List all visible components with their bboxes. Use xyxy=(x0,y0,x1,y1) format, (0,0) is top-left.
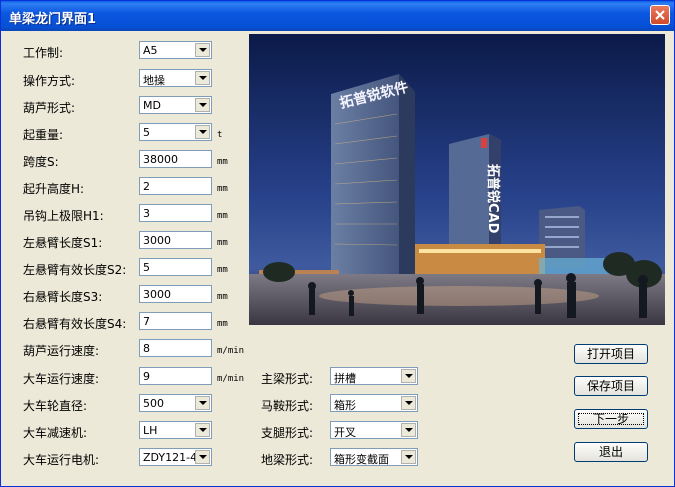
chevron-down-icon[interactable] xyxy=(195,125,210,139)
building-photo: 拓普锐软件 拓普锐CAD xyxy=(249,34,665,325)
dropdown-value: ZDY121-4 xyxy=(143,451,198,464)
input-value: 2 xyxy=(143,180,150,193)
chevron-down-icon[interactable] xyxy=(401,396,416,410)
chevron-down-icon[interactable] xyxy=(195,450,210,464)
structure-label: 支腿形式: xyxy=(261,426,314,440)
param-input[interactable]: 9 xyxy=(139,367,212,385)
structure-dropdown[interactable]: 箱形 xyxy=(330,394,418,412)
param-dropdown[interactable]: A5 xyxy=(139,41,212,59)
param-input[interactable]: 8 xyxy=(139,339,212,357)
input-value: 7 xyxy=(143,315,150,328)
dropdown-value: 5 xyxy=(143,126,150,139)
unit-label: mm xyxy=(217,265,228,275)
input-value: 8 xyxy=(143,342,150,355)
save-project-button[interactable]: 保存项目 xyxy=(574,376,648,396)
param-input[interactable]: 38000 xyxy=(139,150,212,168)
input-value: 3000 xyxy=(143,234,171,247)
param-label: 左悬臂长度S1: xyxy=(23,236,103,250)
dropdown-value: 地操 xyxy=(143,74,165,87)
param-label: 大车减速机: xyxy=(23,426,88,440)
param-input[interactable]: 3000 xyxy=(139,285,212,303)
input-value: 38000 xyxy=(143,153,178,166)
chevron-down-icon[interactable] xyxy=(195,396,210,410)
exit-button[interactable]: 退出 xyxy=(574,442,648,462)
dropdown-value: A5 xyxy=(143,44,158,57)
param-label: 葫芦运行速度: xyxy=(23,344,100,358)
input-value: 9 xyxy=(143,370,150,383)
param-label: 右悬臂有效长度S4: xyxy=(23,317,127,331)
param-label: 大车运行速度: xyxy=(23,372,100,386)
param-label: 大车运行电机: xyxy=(23,453,100,467)
structure-label: 地梁形式: xyxy=(261,453,314,467)
dropdown-value: 箱形变截面 xyxy=(334,453,389,466)
chevron-down-icon[interactable] xyxy=(195,423,210,437)
structure-label: 主梁形式: xyxy=(261,372,314,386)
chevron-down-icon[interactable] xyxy=(195,98,210,112)
param-label: 吊钩上极限H1: xyxy=(23,209,104,223)
close-button[interactable] xyxy=(650,5,670,25)
dropdown-value: 开叉 xyxy=(334,426,356,439)
dropdown-value: 拼槽 xyxy=(334,372,356,385)
dropdown-value: 500 xyxy=(143,397,164,410)
param-label: 大车轮直径: xyxy=(23,399,88,413)
chevron-down-icon[interactable] xyxy=(401,369,416,383)
chevron-down-icon[interactable] xyxy=(195,71,210,85)
input-value: 3000 xyxy=(143,288,171,301)
param-dropdown[interactable]: 地操 xyxy=(139,69,212,87)
dropdown-value: MD xyxy=(143,99,161,112)
param-label: 左悬臂有效长度S2: xyxy=(23,263,127,277)
structure-dropdown[interactable]: 拼槽 xyxy=(330,367,418,385)
chevron-down-icon[interactable] xyxy=(401,450,416,464)
input-value: 3 xyxy=(143,207,150,220)
unit-label: mm xyxy=(217,211,228,221)
param-label: 起重量: xyxy=(23,128,64,142)
param-dropdown[interactable]: 5 xyxy=(139,123,212,141)
close-icon xyxy=(655,10,665,20)
param-input[interactable]: 5 xyxy=(139,258,212,276)
unit-label: t xyxy=(217,130,223,140)
dialog-window: 单梁龙门界面1 工作制: A5 操作方式: 地操 葫芦形式: MD 起重量: 5 t 跨度S: 38… xyxy=(0,0,675,487)
structure-dropdown[interactable]: 开叉 xyxy=(330,421,418,439)
input-value: 5 xyxy=(143,261,150,274)
dropdown-value: 箱形 xyxy=(334,399,356,412)
open-project-button[interactable]: 打开项目 xyxy=(574,344,648,364)
param-label: 右悬臂长度S3: xyxy=(23,290,103,304)
param-label: 工作制: xyxy=(23,46,64,60)
unit-label: m/min xyxy=(217,374,245,384)
param-input[interactable]: 7 xyxy=(139,312,212,330)
dropdown-value: LH xyxy=(143,424,158,437)
unit-label: mm xyxy=(217,292,228,302)
tower-sign-side: 拓普锐CAD xyxy=(485,164,501,234)
param-dropdown[interactable]: 500 xyxy=(139,394,212,412)
param-input[interactable]: 2 xyxy=(139,177,212,195)
structure-dropdown[interactable]: 箱形变截面 xyxy=(330,448,418,466)
param-dropdown[interactable]: MD xyxy=(139,96,212,114)
unit-label: mm xyxy=(217,157,228,167)
param-label: 跨度S: xyxy=(23,155,59,169)
param-label: 起升高度H: xyxy=(23,182,85,196)
window-title: 单梁龙门界面1 xyxy=(9,12,97,27)
chevron-down-icon[interactable] xyxy=(401,423,416,437)
unit-label: mm xyxy=(217,238,228,248)
param-dropdown[interactable]: ZDY121-4 xyxy=(139,448,212,466)
structure-label: 马鞍形式: xyxy=(261,399,314,413)
unit-label: mm xyxy=(217,319,228,329)
title-bar[interactable]: 单梁龙门界面1 xyxy=(1,1,674,31)
param-input[interactable]: 3 xyxy=(139,204,212,222)
param-label: 葫芦形式: xyxy=(23,101,76,115)
unit-label: m/min xyxy=(217,346,245,356)
param-input[interactable]: 3000 xyxy=(139,231,212,249)
chevron-down-icon[interactable] xyxy=(195,43,210,57)
param-label: 操作方式: xyxy=(23,74,76,88)
next-step-button[interactable]: 下一步 xyxy=(574,409,648,429)
param-dropdown[interactable]: LH xyxy=(139,421,212,439)
unit-label: mm xyxy=(217,184,228,194)
